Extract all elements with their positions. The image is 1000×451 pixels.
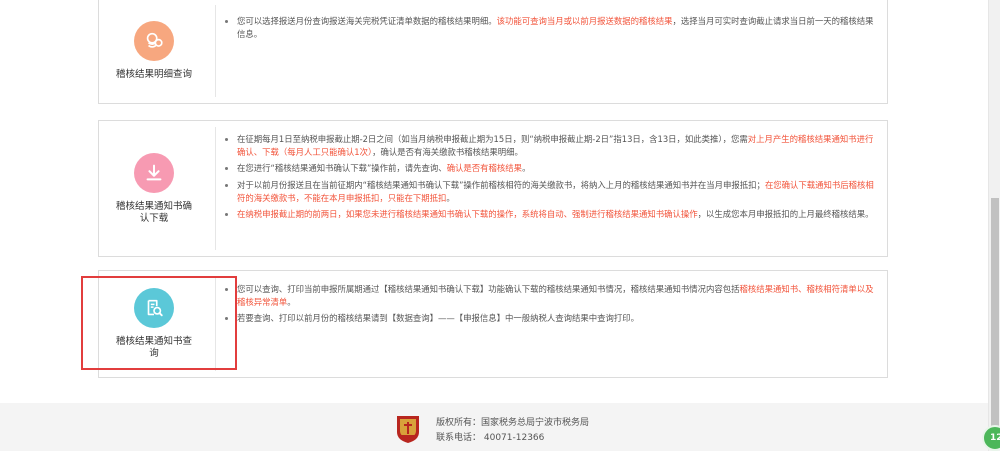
description-text: 在征期每月1日至纳税申报截止期-2日之间（如当月纳税申报截止期为15日，则“纳税… [237, 134, 748, 144]
description-text: 。 [522, 163, 531, 174]
audit-detail-query-entry[interactable]: 稽核结果明细查询 [99, 0, 209, 103]
description-text: ，确认是否有海关缴款书稽核结果明细。 [372, 147, 523, 158]
highlighted-text: 确认是否有稽核结果 [446, 163, 523, 174]
description-item: 在征期每月1日至纳税申报截止期-2日之间（如当月纳税申报截止期为15日，则“纳税… [237, 133, 877, 159]
highlighted-text: 该功能可查询当月或以前月报送数据的稽核结果 [496, 16, 673, 26]
description-text: 您可以选择报送月份查询报送海关完税凭证清单数据的稽核结果明细。 [237, 16, 497, 26]
page: 稽核结果明细查询 您可以选择报送月份查询报送海关完税凭证清单数据的稽核结果明细。… [0, 0, 988, 451]
description-item: 对于以前月份报送且在当前征期内“稽核结果通知书确认下载”操作前稽核相符的海关缴款… [237, 179, 877, 205]
description-list: 您可以查询、打印当前申报所属期通过【稽核结果通知书确认下载】功能确认下载的稽核结… [223, 283, 877, 326]
description-item: 您可以选择报送月份查询报送海关完税凭证清单数据的稽核结果明细。该功能可查询当月或… [237, 15, 877, 41]
footer-text: 版权所有：国家税务总局宁波市税务局 联系电话： 40071-12366 [436, 416, 589, 446]
download-icon-svg [146, 164, 162, 180]
footer-copyright: 版权所有：国家税务总局宁波市税务局 [436, 418, 590, 428]
audit-notice-confirm-download-entry[interactable]: 稽核结果通知书确认下载 [99, 121, 209, 256]
vertical-scrollbar[interactable] [988, 0, 1000, 451]
divider [215, 5, 216, 97]
highlight-box [81, 276, 237, 370]
divider [215, 127, 216, 250]
tax-bureau-emblem-icon [397, 416, 419, 443]
card-description: 您可以选择报送月份查询报送海关完税凭证清单数据的稽核结果明细。该功能可查询当月或… [223, 15, 877, 44]
description-item: 在您进行“稽核结果通知书确认下载”操作前，请先查询、确认是否有稽核结果。 [237, 162, 877, 175]
description-item: 若要查询、打印以前月份的稽核结果请到【数据查询】——【申报信息】中一般纳税人查询… [237, 312, 877, 325]
description-text: 。 [446, 192, 455, 203]
description-text: 若要查询、打印以前月份的稽核结果请到【数据查询】——【申报信息】中一般纳税人查询… [237, 313, 639, 324]
footer: 版权所有：国家税务总局宁波市税务局 联系电话： 40071-12366 [0, 403, 988, 451]
coin-stack-icon [134, 21, 174, 61]
card-description: 您可以查询、打印当前申报所属期通过【稽核结果通知书确认下载】功能确认下载的稽核结… [223, 283, 877, 329]
scrollbar-thumb[interactable] [991, 198, 999, 433]
download-icon [134, 152, 174, 193]
description-list: 在征期每月1日至纳税申报截止期-2日之间（如当月纳税申报截止期为15日，则“纳税… [223, 133, 877, 221]
footer-phone: 联系电话： 40071-12366 [436, 433, 545, 443]
description-text: 在您进行“稽核结果通知书确认下载”操作前，请先查询、 [237, 163, 447, 174]
highlighted-text: 在纳税申报截止期的前两日，如果您未进行稽核结果通知书确认下载的操作，系统将自动、… [237, 209, 698, 220]
card-audit-detail-query: 稽核结果明细查询 您可以选择报送月份查询报送海关完税凭证清单数据的稽核结果明细。… [98, 0, 888, 104]
description-item: 在纳税申报截止期的前两日，如果您未进行稽核结果通知书确认下载的操作，系统将自动、… [237, 208, 877, 221]
description-list: 您可以选择报送月份查询报送海关完税凭证清单数据的稽核结果明细。该功能可查询当月或… [223, 15, 877, 41]
description-text: 您可以查询、打印当前申报所属期通过【稽核结果通知书确认下载】功能确认下载的稽核结… [237, 284, 740, 294]
card-description: 在征期每月1日至纳税申报截止期-2日之间（如当月纳税申报截止期为15日，则“纳税… [223, 133, 877, 224]
description-text: 。 [287, 297, 296, 308]
card-title: 稽核结果通知书确认下载 [116, 200, 193, 224]
coin-stack-icon-svg [146, 32, 163, 48]
description-text: 对于以前月份报送且在当前征期内“稽核结果通知书确认下载”操作前稽核相符的海关缴款… [237, 179, 765, 190]
card-audit-notice-confirm-download: 稽核结果通知书确认下载 在征期每月1日至纳税申报截止期-2日之间（如当月纳税申报… [98, 120, 888, 257]
card-title: 稽核结果明细查询 [116, 69, 193, 80]
description-text: ，以生成您本月申报抵扣的上月最终稽核结果。 [697, 209, 874, 220]
description-item: 您可以查询、打印当前申报所属期通过【稽核结果通知书确认下载】功能确认下载的稽核结… [237, 283, 877, 309]
